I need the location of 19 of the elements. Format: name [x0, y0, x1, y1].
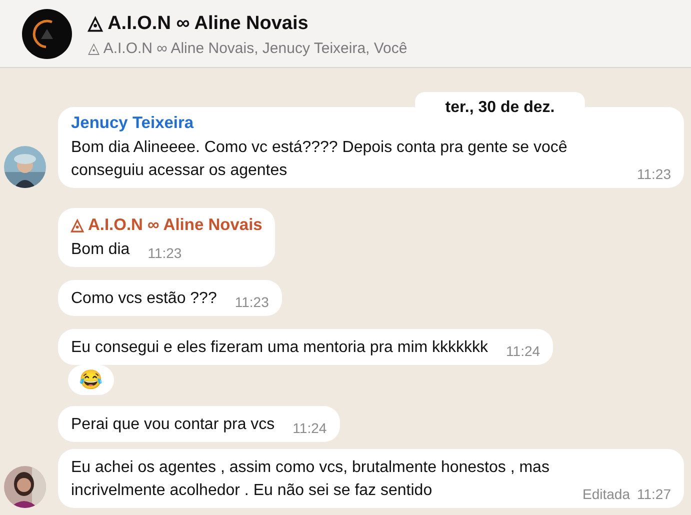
group-avatar-icon[interactable]	[22, 8, 72, 58]
message-time: 11:23	[148, 245, 182, 261]
sender-name: ◬ A.I.O.N ∞ Aline Novais	[71, 215, 262, 235]
edited-label: Editada	[582, 486, 630, 502]
sender-name: Jenucy Teixeira	[71, 114, 195, 133]
message-time: 11:23	[637, 166, 671, 182]
chat-title: ◬ A.I.O.N ∞ Aline Novais	[88, 12, 310, 34]
members-list: ◬ A.I.O.N ∞ Aline Novais, Jenucy Teixeira, Você	[88, 38, 408, 56]
message-text: Bom dia	[71, 240, 130, 260]
message-text: Eu achei os agentes , assim como vcs, brutalmente honestos , mas incrivelmente acolhedor . Eu não sei se faz sentido	[71, 458, 550, 501]
message-text: Eu consegui e eles fizeram uma mentoria pra mim kkkkkkk	[71, 338, 488, 358]
reaction[interactable]: 😂	[68, 365, 114, 395]
message-time: 11:24	[506, 343, 540, 359]
message-time: 11:27	[637, 486, 671, 502]
message-text: Perai que vou contar pra vcs	[71, 415, 275, 435]
message-time: 11:23	[234, 294, 269, 310]
message-text: Como vcs estão ???	[71, 289, 217, 309]
message-time: 11:24	[292, 420, 327, 436]
message-text: Bom dia Alineeee. Como vc está???? Depois conta pra gente se você conseguiu acessar os agentes	[71, 138, 568, 181]
